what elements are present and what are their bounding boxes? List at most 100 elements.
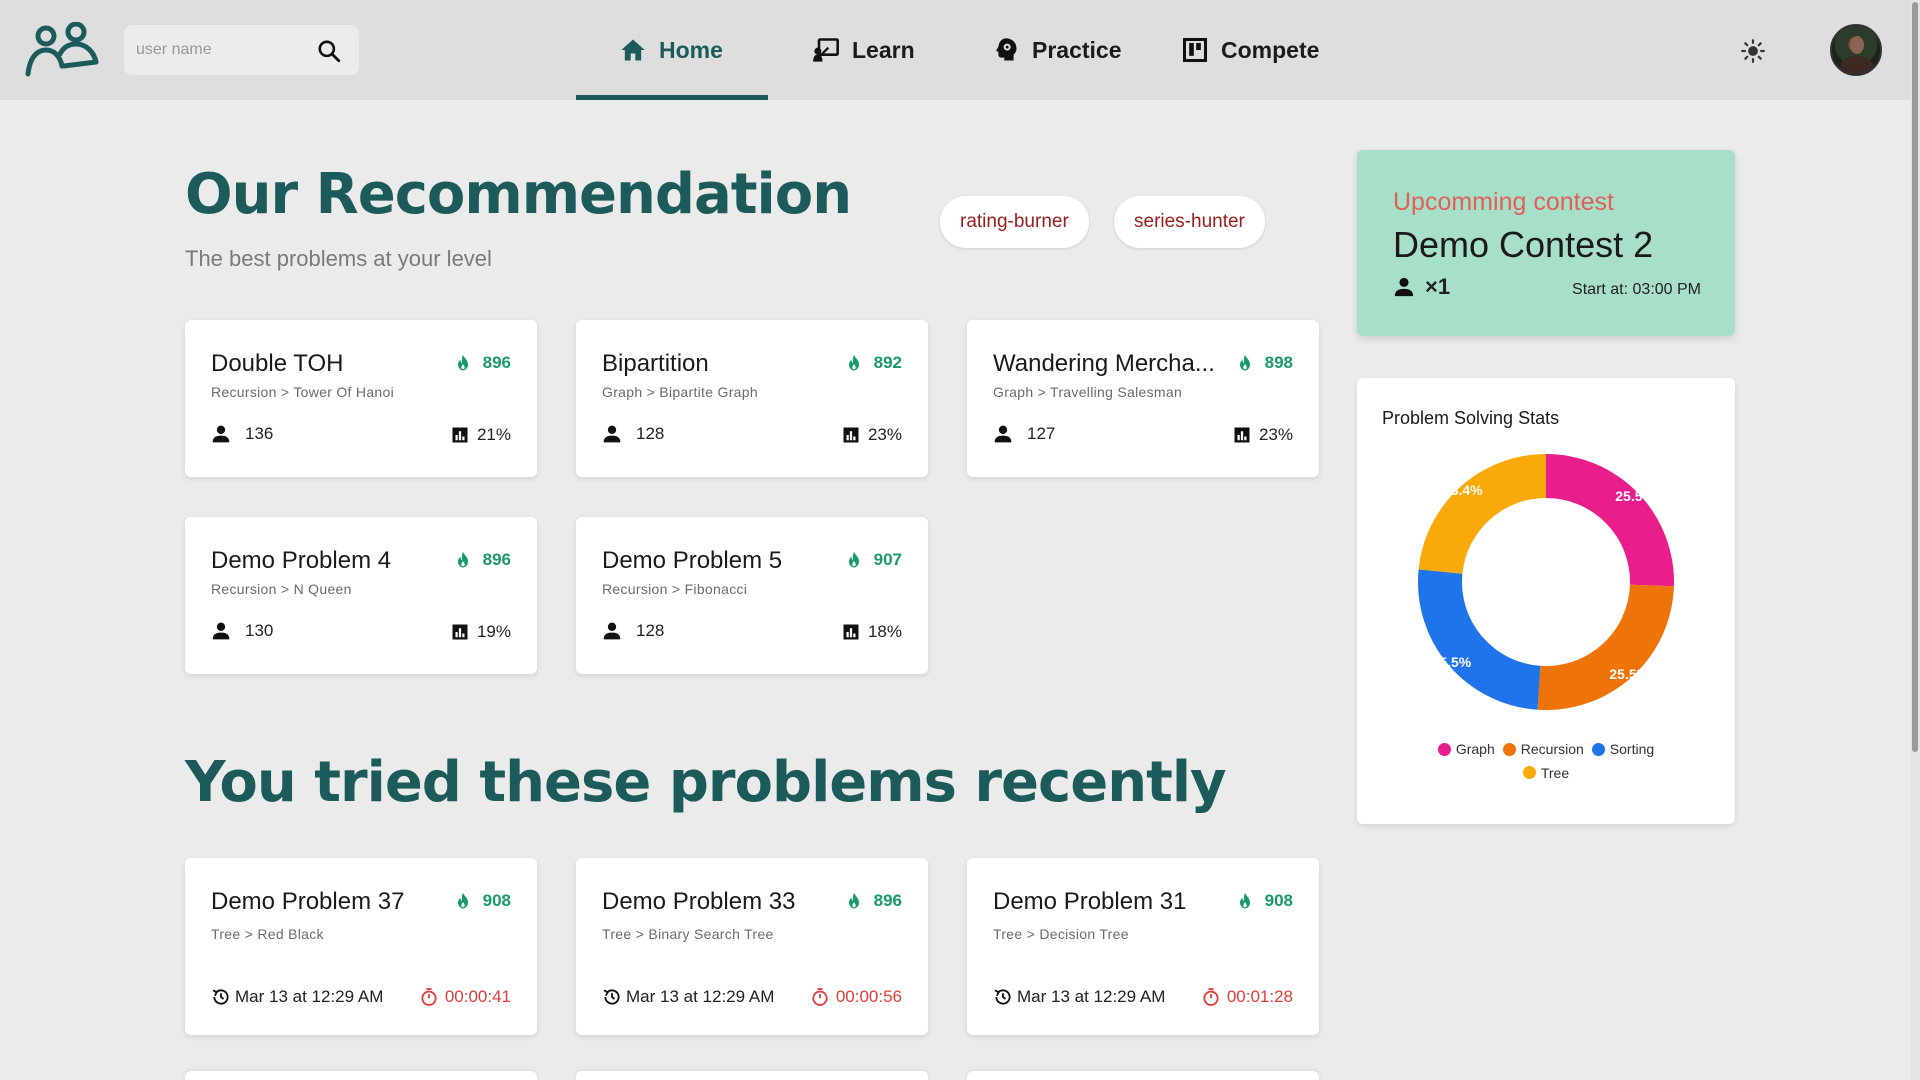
compete-icon xyxy=(1182,37,1208,63)
problem-rating-value: 896 xyxy=(873,891,902,910)
solver-count: 128 xyxy=(602,621,664,641)
attempt-date-value: Mar 13 at 12:29 AM xyxy=(235,987,384,1006)
problem-rating-value: 907 xyxy=(873,550,902,569)
problem-category-path: Recursion > Fibonacci xyxy=(602,581,748,597)
flame-icon xyxy=(457,892,468,909)
avatar-face xyxy=(1850,36,1864,54)
next-row-card[interactable] xyxy=(967,1071,1319,1080)
problem-card[interactable]: Demo Problem 5 907 Recursion > Fibonacci… xyxy=(576,517,928,674)
legend-item-sorting[interactable]: Sorting xyxy=(1591,738,1655,760)
user-avatar[interactable] xyxy=(1830,24,1882,76)
problem-rating-value: 892 xyxy=(873,353,902,372)
flame-icon xyxy=(1239,354,1250,371)
scrollbar-thumb[interactable] xyxy=(1912,2,1918,752)
solver-count: 136 xyxy=(211,424,273,444)
problem-title: Double TOH xyxy=(211,350,344,377)
donut-slice-tree[interactable] xyxy=(1418,454,1546,574)
problem-rating: 896 xyxy=(844,891,902,911)
donut-label-sorting: 25.5% xyxy=(1432,654,1472,670)
nav-tab-home[interactable]: Home xyxy=(619,0,723,100)
attempt-date-value: Mar 13 at 12:29 AM xyxy=(626,987,775,1006)
legend-dot xyxy=(1437,742,1451,756)
attempt-date: Mar 13 at 12:29 AM xyxy=(602,987,774,1007)
problem-rating: 907 xyxy=(844,550,902,570)
user-search-box xyxy=(124,25,359,75)
problem-title: Demo Problem 33 xyxy=(602,888,796,915)
donut-slice-sorting[interactable] xyxy=(1418,569,1541,710)
recent-problem-card[interactable]: Demo Problem 37 908 Tree > Red Black Mar… xyxy=(185,858,537,1035)
nav-tab-practice[interactable]: Practice xyxy=(992,0,1122,100)
nav-tab-practice-label: Practice xyxy=(1032,36,1122,63)
legend-label: Tree xyxy=(1540,764,1570,781)
stopwatch-icon xyxy=(812,988,828,1006)
next-row-card[interactable] xyxy=(576,1071,928,1080)
donut-slice-graph[interactable] xyxy=(1546,454,1674,587)
problem-category-path: Recursion > Tower Of Hanoi xyxy=(211,384,395,400)
user-icon xyxy=(212,622,230,640)
legend-item-tree[interactable]: Tree xyxy=(1522,762,1570,784)
legend-item-graph[interactable]: Graph xyxy=(1437,738,1495,760)
participant-count-value: ×1 xyxy=(1425,274,1451,299)
nav-tab-compete[interactable]: Compete xyxy=(1181,0,1319,100)
recent-problem-card[interactable]: Demo Problem 31 908 Tree > Decision Tree… xyxy=(967,858,1319,1035)
success-rate: 21% xyxy=(451,425,511,445)
problem-category-path: Tree > Red Black xyxy=(211,926,324,942)
stopwatch-icon xyxy=(1203,988,1219,1006)
problem-category-path: Graph > Travelling Salesman xyxy=(993,384,1183,400)
problem-card[interactable]: Bipartition 892 Graph > Bipartite Graph … xyxy=(576,320,928,477)
app-logo-icon[interactable] xyxy=(24,22,100,78)
solver-count: 130 xyxy=(211,621,273,641)
bar-chart-icon xyxy=(452,624,468,640)
legend-label: Recursion xyxy=(1520,741,1584,757)
recent-problem-card[interactable]: Demo Problem 33 896 Tree > Binary Search… xyxy=(576,858,928,1035)
flame-icon xyxy=(848,354,859,371)
avatar-body xyxy=(1840,56,1874,74)
nav-tab-learn-label: Learn xyxy=(852,36,915,63)
success-rate-value: 18% xyxy=(867,622,902,641)
history-icon xyxy=(603,989,620,1005)
success-rate-value: 19% xyxy=(476,622,511,641)
legend-label: Sorting xyxy=(1609,741,1655,757)
problem-rating: 892 xyxy=(844,353,902,373)
next-row-card[interactable] xyxy=(185,1071,537,1080)
problem-card[interactable]: Demo Problem 4 896 Recursion > N Queen 1… xyxy=(185,517,537,674)
attempt-duration-value: 00:01:28 xyxy=(1226,987,1293,1006)
solver-count-value: 127 xyxy=(1027,424,1056,443)
donut-label-graph: 25.5% xyxy=(1615,488,1655,504)
home-icon xyxy=(621,39,645,61)
chip-rating-burner[interactable]: rating-burner xyxy=(940,196,1089,248)
nav-tab-learn[interactable]: Learn xyxy=(812,0,915,100)
problem-title: Demo Problem 31 xyxy=(993,888,1187,915)
search-icon[interactable] xyxy=(316,38,342,64)
success-rate-value: 23% xyxy=(1258,425,1293,444)
active-tab-indicator xyxy=(576,95,768,100)
donut-slice-recursion[interactable] xyxy=(1537,584,1674,710)
donut-label-recursion: 25.5% xyxy=(1609,666,1649,682)
problem-card[interactable]: Double TOH 896 Recursion > Tower Of Hano… xyxy=(185,320,537,477)
legend-item-recursion[interactable]: Recursion xyxy=(1502,738,1584,760)
chip-series-hunter[interactable]: series-hunter xyxy=(1114,196,1265,248)
legend-dot xyxy=(1591,742,1605,756)
top-navbar: Home Learn Practice Compete xyxy=(0,0,1920,100)
user-icon xyxy=(212,425,230,443)
history-icon xyxy=(994,989,1011,1005)
user-icon xyxy=(994,425,1012,443)
problem-rating-value: 896 xyxy=(482,353,511,372)
sun-icon[interactable] xyxy=(1740,38,1766,64)
attempt-duration: 00:00:56 xyxy=(810,987,902,1007)
problem-rating-value: 908 xyxy=(1264,891,1293,910)
legend-dot xyxy=(1502,742,1516,756)
solver-count: 128 xyxy=(602,424,664,444)
contest-start-time: Start at: 03:00 PM xyxy=(1572,281,1701,298)
problem-title: Demo Problem 37 xyxy=(211,888,405,915)
problem-card[interactable]: Wandering Mercha... 898 Graph > Travelli… xyxy=(967,320,1319,477)
success-rate-value: 21% xyxy=(476,425,511,444)
upcoming-contest-card[interactable]: Upcomming contest Demo Contest 2 ×1 Star… xyxy=(1357,150,1735,336)
recent-problems-title: You tried these problems recently xyxy=(185,750,1227,815)
contest-name: Demo Contest 2 xyxy=(1393,224,1654,265)
user-search-input[interactable] xyxy=(136,37,316,63)
problem-rating-value: 896 xyxy=(482,550,511,569)
attempt-date-value: Mar 13 at 12:29 AM xyxy=(1017,987,1166,1006)
attempt-duration-value: 00:00:41 xyxy=(444,987,511,1006)
problem-rating: 908 xyxy=(1235,891,1293,911)
